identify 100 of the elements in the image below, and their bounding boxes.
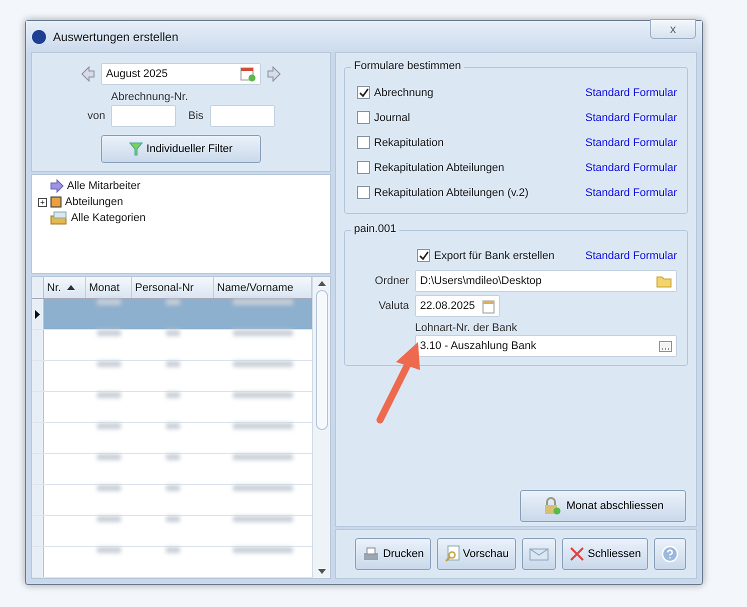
blurred-text: [233, 454, 293, 460]
help-icon: [661, 545, 679, 563]
table-row[interactable]: [32, 547, 312, 578]
tree-item[interactable]: Abteilungen: [65, 196, 124, 208]
blurred-text: [97, 516, 121, 522]
checkbox[interactable]: [417, 249, 430, 262]
checkbox-label: Export für Bank erstellen: [434, 250, 554, 262]
table-row[interactable]: [32, 361, 312, 392]
blurred-text: [97, 392, 121, 398]
number-label: Abrechnung-Nr.: [111, 91, 188, 103]
blurred-text: [233, 361, 293, 367]
valuta-field[interactable]: 22.08.2025: [415, 295, 500, 317]
blurred-text: [166, 299, 180, 305]
envelope-icon: [528, 546, 549, 562]
tree-item[interactable]: Alle Kategorien: [71, 212, 146, 224]
checkbox-label: Rekapitulation Abteilungen: [374, 162, 504, 174]
table-row[interactable]: [32, 454, 312, 485]
blurred-text: [97, 330, 121, 336]
form-link[interactable]: Standard Formular: [585, 86, 677, 98]
help-button[interactable]: [654, 538, 686, 570]
close-month-button[interactable]: Monat abschliessen: [520, 490, 686, 522]
bank-label: Lohnart-Nr. der Bank: [415, 322, 518, 334]
right-arrow-icon[interactable]: [267, 66, 281, 82]
blurred-text: [233, 516, 293, 522]
scroll-up-icon[interactable]: [318, 281, 326, 286]
blurred-text: [233, 485, 293, 491]
blurred-text: [97, 361, 121, 367]
scroll-down-icon[interactable]: [318, 569, 326, 574]
blurred-text: [97, 299, 121, 305]
close-button[interactable]: x: [650, 18, 696, 38]
valuta-label: Valuta: [378, 300, 409, 312]
blurred-text: [97, 423, 121, 429]
checkbox[interactable]: [357, 111, 370, 124]
table-row[interactable]: [32, 516, 312, 547]
checkbox[interactable]: [357, 161, 370, 174]
table-row[interactable]: [32, 423, 312, 454]
preview-button[interactable]: Vorschau: [436, 538, 516, 570]
blurred-text: [233, 423, 293, 429]
row-pointer-icon: [35, 310, 40, 318]
group-title: Formulare bestimmen: [351, 60, 464, 72]
calendar-icon[interactable]: [240, 66, 256, 82]
column-header[interactable]: Personal-Nr: [132, 277, 214, 298]
group-title: pain.001: [351, 223, 400, 235]
app-logo-icon: [32, 30, 46, 44]
form-link[interactable]: Standard Formular: [585, 250, 677, 262]
blurred-text: [166, 423, 180, 429]
funnel-icon: [129, 142, 144, 156]
form-link[interactable]: Standard Formular: [585, 112, 677, 124]
close-icon: [568, 546, 585, 562]
folder-label: Ordner: [374, 275, 409, 287]
from-label: von: [87, 110, 106, 122]
blurred-text: [233, 299, 293, 305]
sort-ascending-icon: [67, 285, 76, 290]
column-header[interactable]: Monat: [86, 277, 132, 298]
checkbox[interactable]: [357, 86, 370, 99]
print-button[interactable]: Drucken: [354, 538, 431, 570]
calendar-icon[interactable]: [482, 298, 495, 314]
blurred-text: [166, 547, 180, 553]
checkbox-label: Rekapitulation Abteilungen (v.2): [374, 186, 529, 198]
expand-toggle[interactable]: +: [38, 198, 47, 206]
blurred-text: [166, 330, 180, 336]
month-field[interactable]: August 2025: [101, 63, 261, 85]
tree-item[interactable]: Alle Mitarbeiter: [67, 180, 140, 192]
folder-field[interactable]: D:\Users\mdileo\Desktop: [415, 270, 677, 292]
blurred-text: [166, 392, 180, 398]
checkbox-label: Abrechnung: [374, 86, 434, 98]
form-link[interactable]: Standard Formular: [585, 136, 677, 148]
to-label: Bis: [188, 110, 204, 122]
close-button[interactable]: Schliessen: [562, 538, 648, 570]
checkbox-label: Rekapitulation: [374, 136, 444, 148]
mail-button[interactable]: [522, 538, 556, 570]
blurred-text: [166, 361, 180, 367]
row-indicator[interactable]: [32, 299, 44, 329]
blurred-text: [233, 392, 293, 398]
form-link[interactable]: Standard Formular: [585, 186, 677, 198]
arrow-icon: [50, 179, 64, 193]
table-row[interactable]: [32, 392, 312, 423]
bank-field[interactable]: 3.10 - Auszahlung Bank: [415, 335, 677, 357]
blurred-text: [233, 547, 293, 553]
folder-box-icon: [50, 211, 68, 225]
blurred-text: [97, 454, 121, 460]
folder-icon[interactable]: [656, 274, 672, 288]
blurred-text: [233, 330, 293, 336]
checkbox-label: Journal: [374, 112, 410, 124]
square-icon: [50, 196, 62, 208]
left-arrow-icon[interactable]: [81, 66, 95, 82]
ellipsis-icon[interactable]: [659, 340, 672, 352]
checkbox[interactable]: [357, 136, 370, 149]
from-field[interactable]: [111, 105, 176, 127]
blurred-text: [166, 454, 180, 460]
form-link[interactable]: Standard Formular: [585, 162, 677, 174]
magnifier-page-icon: [444, 545, 460, 563]
checkbox[interactable]: [357, 186, 370, 199]
scrollbar[interactable]: [312, 277, 330, 578]
filter-button[interactable]: Individueller Filter: [101, 135, 261, 163]
table-row[interactable]: [32, 485, 312, 516]
column-header[interactable]: Nr.: [44, 277, 86, 298]
to-field[interactable]: [210, 105, 275, 127]
blurred-text: [166, 485, 180, 491]
blurred-text: [97, 547, 121, 553]
